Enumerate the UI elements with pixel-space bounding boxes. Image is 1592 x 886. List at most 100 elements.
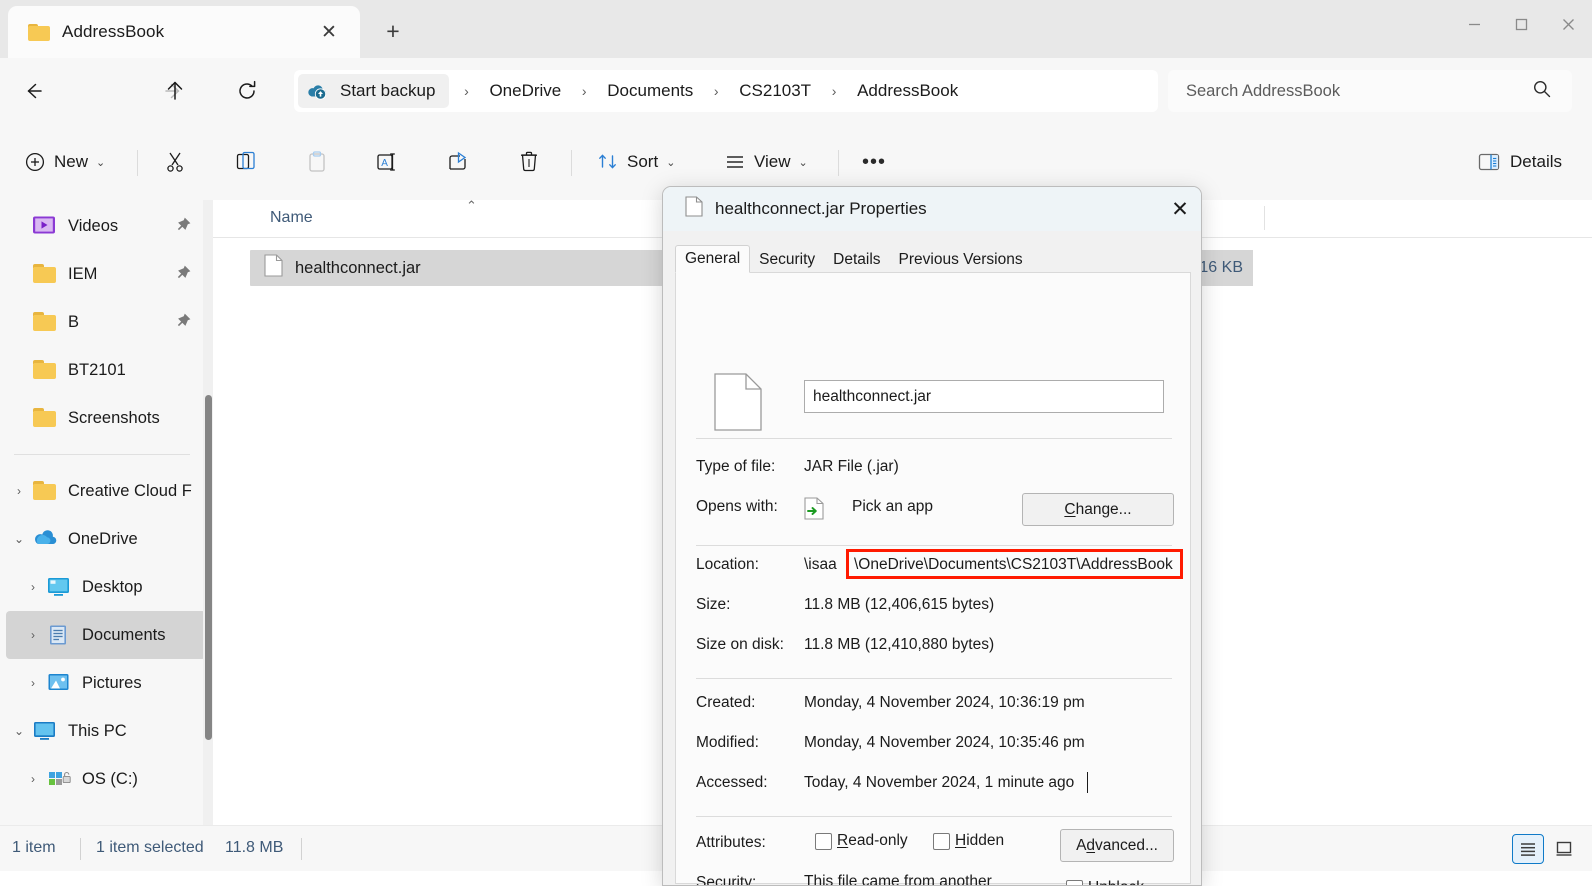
pin-icon[interactable] bbox=[174, 312, 192, 335]
desktop-icon bbox=[46, 576, 74, 598]
chevron-right-icon: › bbox=[699, 83, 733, 99]
breadcrumb-item-onedrive[interactable]: OneDrive bbox=[483, 77, 567, 105]
sidebar-item-this-pc[interactable]: ⌄ This PC bbox=[6, 707, 206, 755]
sidebar-item-label: Videos bbox=[68, 217, 118, 236]
chevron-right-icon[interactable]: › bbox=[6, 484, 32, 498]
accessed-value: Today, 4 November 2024, 1 minute ago bbox=[804, 774, 1074, 792]
sidebar-item-label: BT2101 bbox=[68, 361, 126, 380]
hidden-checkbox[interactable] bbox=[933, 833, 950, 850]
cut-button[interactable] bbox=[153, 140, 197, 184]
dialog-title-bar[interactable]: healthconnect.jar Properties ✕ bbox=[663, 187, 1202, 231]
sidebar-item-os-c[interactable]: › OS (C:) bbox=[6, 755, 206, 803]
refresh-button[interactable] bbox=[228, 72, 266, 110]
close-icon[interactable] bbox=[1545, 0, 1592, 48]
breadcrumb-item-documents[interactable]: Documents bbox=[601, 77, 699, 105]
chevron-down-icon[interactable]: ⌄ bbox=[6, 724, 32, 738]
details-view-button[interactable] bbox=[1512, 834, 1544, 864]
sidebar-item-screenshots[interactable]: Screenshots bbox=[6, 394, 206, 442]
breadcrumb-item-addressbook[interactable]: AddressBook bbox=[851, 77, 964, 105]
up-button[interactable] bbox=[156, 72, 194, 110]
sidebar-item-label: Desktop bbox=[82, 578, 143, 597]
videos-icon bbox=[32, 215, 60, 237]
navigation-pane[interactable]: Videos IEM B BT2101 bbox=[0, 200, 212, 825]
sidebar-item-onedrive[interactable]: ⌄ OneDrive bbox=[6, 515, 206, 563]
opens-with-value: Pick an app bbox=[852, 498, 933, 516]
new-button-label: New bbox=[54, 152, 88, 172]
paste-button[interactable] bbox=[295, 140, 339, 184]
sidebar-item-iem[interactable]: IEM bbox=[6, 250, 206, 298]
close-icon[interactable]: ✕ bbox=[316, 19, 342, 45]
hidden-label: HiddenHidden bbox=[955, 832, 1004, 850]
breadcrumb: Start backup › OneDrive › Documents › CS… bbox=[294, 70, 1158, 112]
tab-previous-versions[interactable]: Previous Versions bbox=[890, 246, 1032, 273]
filename-input[interactable]: healthconnect.jar bbox=[804, 380, 1164, 413]
file-icon bbox=[685, 196, 703, 222]
sidebar-item-creative-cloud[interactable]: › Creative Cloud F bbox=[6, 467, 206, 515]
size-label: Size: bbox=[696, 596, 730, 614]
sidebar-item-desktop[interactable]: › Desktop bbox=[6, 563, 206, 611]
rename-button[interactable]: A bbox=[365, 140, 409, 184]
sidebar-item-label: B bbox=[68, 313, 79, 332]
copy-button[interactable] bbox=[224, 140, 268, 184]
thispc-icon bbox=[32, 720, 60, 742]
close-icon[interactable]: ✕ bbox=[1157, 187, 1202, 231]
advanced-button[interactable]: Advanced...Advanced... bbox=[1060, 829, 1174, 862]
change-button[interactable]: CChange...hange... bbox=[1022, 493, 1174, 526]
search-input[interactable]: Search AddressBook bbox=[1168, 70, 1572, 112]
dialog-tabs: General Security Details Previous Versio… bbox=[675, 245, 1032, 273]
tab-details[interactable]: Details bbox=[824, 246, 889, 273]
folder-icon bbox=[32, 311, 60, 333]
readonly-checkbox[interactable] bbox=[815, 833, 832, 850]
onedrive-icon bbox=[32, 528, 60, 550]
details-pane-label: Details bbox=[1510, 152, 1562, 172]
unblock-checkbox[interactable] bbox=[1066, 880, 1083, 886]
sidebar-item-label: Screenshots bbox=[68, 409, 160, 428]
chevron-right-icon: › bbox=[567, 83, 601, 99]
start-backup-button[interactable]: Start backup bbox=[298, 74, 449, 108]
new-button[interactable]: New ⌄ bbox=[12, 140, 117, 184]
details-pane-button[interactable]: Details bbox=[1466, 140, 1574, 184]
chevron-down-icon[interactable]: ⌄ bbox=[6, 532, 32, 546]
sidebar-item-pictures[interactable]: › Pictures bbox=[6, 659, 206, 707]
sidebar-scrollbar[interactable] bbox=[203, 200, 213, 825]
tab-addressbook[interactable]: AddressBook ✕ bbox=[8, 6, 360, 58]
type-of-file-label: Type of file: bbox=[696, 458, 775, 476]
column-header-name[interactable]: Name bbox=[270, 209, 313, 227]
breadcrumb-item-cs2103t[interactable]: CS2103T bbox=[733, 77, 817, 105]
unblock-label: UnblockUnblock bbox=[1088, 879, 1144, 886]
sidebar-item-label: OneDrive bbox=[68, 530, 138, 549]
delete-button[interactable] bbox=[507, 140, 551, 184]
svg-text:A: A bbox=[381, 158, 388, 169]
scrollbar-thumb[interactable] bbox=[205, 395, 212, 740]
new-tab-button[interactable]: + bbox=[376, 14, 410, 48]
tab-security[interactable]: Security bbox=[750, 246, 824, 273]
chevron-right-icon[interactable]: › bbox=[20, 580, 46, 594]
chevron-right-icon[interactable]: › bbox=[20, 772, 46, 786]
documents-icon bbox=[46, 624, 74, 646]
chevron-right-icon[interactable]: › bbox=[20, 676, 46, 690]
back-button[interactable] bbox=[14, 72, 52, 110]
modified-label: Modified: bbox=[696, 734, 759, 752]
large-icons-view-icon bbox=[1554, 840, 1574, 858]
large-icons-view-button[interactable] bbox=[1548, 834, 1580, 864]
share-button[interactable] bbox=[436, 140, 480, 184]
minimize-icon[interactable] bbox=[1451, 0, 1498, 48]
details-view-icon bbox=[1518, 840, 1538, 858]
maximize-icon[interactable] bbox=[1498, 0, 1545, 48]
pin-icon[interactable] bbox=[174, 216, 192, 239]
more-options-button[interactable]: ••• bbox=[852, 140, 896, 184]
sort-ascending-icon[interactable]: ⌃ bbox=[466, 198, 477, 214]
details-pane-icon bbox=[1478, 152, 1500, 172]
sidebar-item-label: IEM bbox=[68, 265, 97, 284]
properties-dialog[interactable]: healthconnect.jar Properties ✕ General S… bbox=[662, 186, 1202, 886]
sidebar-item-documents[interactable]: › Documents bbox=[6, 611, 206, 659]
sort-button[interactable]: Sort ⌄ bbox=[587, 140, 685, 184]
sidebar-item-b[interactable]: B bbox=[6, 298, 206, 346]
view-button[interactable]: View ⌄ bbox=[714, 140, 818, 184]
accessed-label: Accessed: bbox=[696, 774, 768, 792]
tab-general[interactable]: General bbox=[675, 245, 750, 273]
pin-icon[interactable] bbox=[174, 264, 192, 287]
chevron-right-icon[interactable]: › bbox=[20, 628, 46, 642]
sidebar-item-videos[interactable]: Videos bbox=[6, 202, 206, 250]
sidebar-item-bt2101[interactable]: BT2101 bbox=[6, 346, 206, 394]
